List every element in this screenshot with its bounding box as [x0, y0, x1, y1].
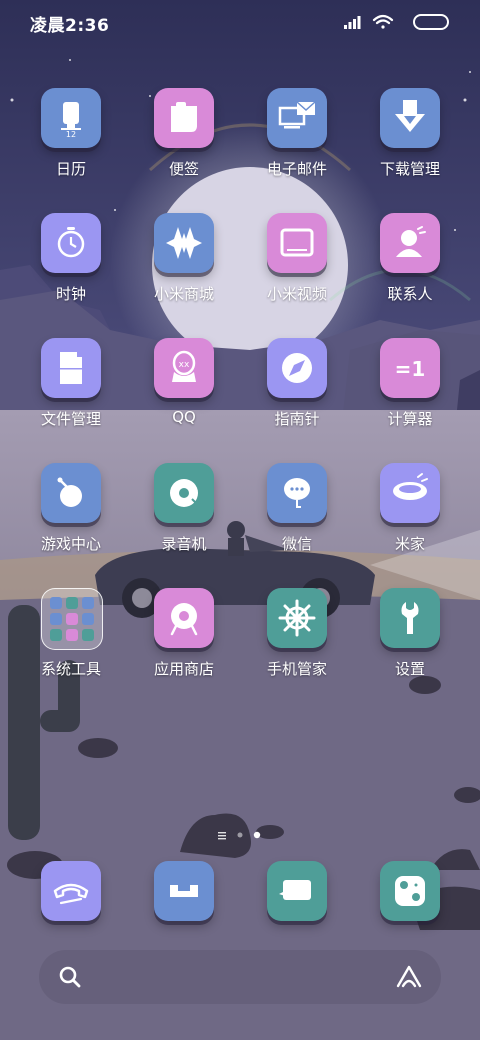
svg-text:xx: xx [179, 360, 190, 370]
calculator-icon: =1 [380, 338, 440, 398]
clock-icon [41, 213, 101, 273]
folder-app-icon [82, 629, 94, 641]
dock-chat-bubble[interactable] [242, 853, 352, 963]
download-icon [380, 88, 440, 148]
email-icon [267, 88, 327, 148]
clock-time: 凌晨2:36 [30, 16, 110, 36]
app-calendar[interactable]: 12 日历 [16, 80, 126, 190]
app-label: 微信 [281, 535, 312, 553]
security-icon [267, 588, 327, 648]
dock-camera[interactable] [355, 853, 465, 963]
calendar-icon: 12 [41, 88, 101, 148]
app-mi-store[interactable]: 小米商城 [129, 205, 239, 315]
battery-icon [413, 14, 449, 30]
video-icon [267, 213, 327, 273]
status-icons [344, 14, 449, 30]
folder-app-icon [50, 613, 62, 625]
app-label: 指南针 [274, 410, 320, 428]
page-list-icon [218, 832, 226, 840]
notes-icon [154, 88, 214, 148]
app-clock[interactable]: 时钟 [16, 205, 126, 315]
svg-text:=1: =1 [395, 357, 426, 381]
app-label: 计算器 [387, 410, 433, 428]
file-manager-icon [41, 338, 101, 398]
app-notes[interactable]: 便签 [129, 80, 239, 190]
app-label: 小米视频 [266, 285, 327, 303]
compass-icon [267, 338, 327, 398]
app-mijia[interactable]: 米家 [355, 455, 465, 565]
app-label: 便签 [168, 160, 199, 178]
search-bar[interactable] [39, 950, 441, 1004]
page-dot-1 [237, 832, 243, 838]
dock-messages[interactable] [129, 853, 239, 963]
dock-phone[interactable] [16, 853, 126, 963]
page-dot-2 [253, 831, 261, 839]
xiaoai-icon[interactable] [395, 964, 423, 990]
folder-app-icon [66, 613, 78, 625]
folder-app-icon [66, 597, 78, 609]
app-recorder[interactable]: 录音机 [129, 455, 239, 565]
wechat-icon [267, 463, 327, 523]
app-label: 小米商城 [153, 285, 214, 303]
mi-store-icon [154, 213, 214, 273]
app-compass[interactable]: 指南针 [242, 330, 352, 440]
app-label: 日历 [55, 160, 86, 178]
folder-app-icon [50, 629, 62, 641]
app-label: 手机管家 [266, 660, 327, 678]
mijia-icon [380, 463, 440, 523]
app-email[interactable]: 电子邮件 [242, 80, 352, 190]
app-security[interactable]: 手机管家 [242, 580, 352, 690]
recorder-icon [154, 463, 214, 523]
camera-icon [380, 861, 440, 921]
game-center-icon [41, 463, 101, 523]
app-qq[interactable]: xx QQ [129, 330, 239, 440]
app-label: 文件管理 [40, 410, 101, 428]
dock [0, 855, 480, 935]
qq-icon: xx [154, 338, 214, 398]
search-icon [59, 966, 81, 988]
status-bar: 凌晨2:36 [0, 0, 480, 42]
folder-app-icon [50, 597, 62, 609]
app-label: 时钟 [55, 285, 86, 303]
messages-icon [154, 861, 214, 921]
app-file-manager[interactable]: 文件管理 [16, 330, 126, 440]
folder-app-icon [82, 597, 94, 609]
settings-icon [380, 588, 440, 648]
chat-bubble-icon [267, 861, 327, 921]
app-video[interactable]: 小米视频 [242, 205, 352, 315]
folder-icon [41, 588, 103, 650]
page-indicator[interactable] [0, 826, 480, 840]
app-label: 游戏中心 [40, 535, 101, 553]
signal-icon [344, 16, 361, 29]
app-calculator[interactable]: =1 计算器 [355, 330, 465, 440]
app-label: 应用商店 [153, 660, 214, 678]
app-label: 电子邮件 [266, 160, 327, 178]
folder-app-icon [66, 629, 78, 641]
app-label: 联系人 [387, 285, 433, 303]
svg-text:12: 12 [66, 130, 76, 139]
app-game-center[interactable]: 游戏中心 [16, 455, 126, 565]
app-label: 录音机 [161, 535, 207, 553]
phone-icon [41, 861, 101, 921]
app-store-icon [154, 588, 214, 648]
app-wechat[interactable]: 微信 [242, 455, 352, 565]
app-settings[interactable]: 设置 [355, 580, 465, 690]
app-contacts[interactable]: 联系人 [355, 205, 465, 315]
app-label: 米家 [394, 535, 425, 553]
app-download[interactable]: 下载管理 [355, 80, 465, 190]
app-label: 设置 [394, 660, 425, 678]
app-label: QQ [172, 408, 196, 426]
app-label: 下载管理 [379, 160, 440, 178]
app-folder[interactable]: 系统工具 [16, 580, 126, 690]
folder-app-icon [82, 613, 94, 625]
app-app-store[interactable]: 应用商店 [129, 580, 239, 690]
app-label: 系统工具 [40, 660, 101, 678]
wifi-icon [372, 14, 394, 29]
contacts-icon [380, 213, 440, 273]
